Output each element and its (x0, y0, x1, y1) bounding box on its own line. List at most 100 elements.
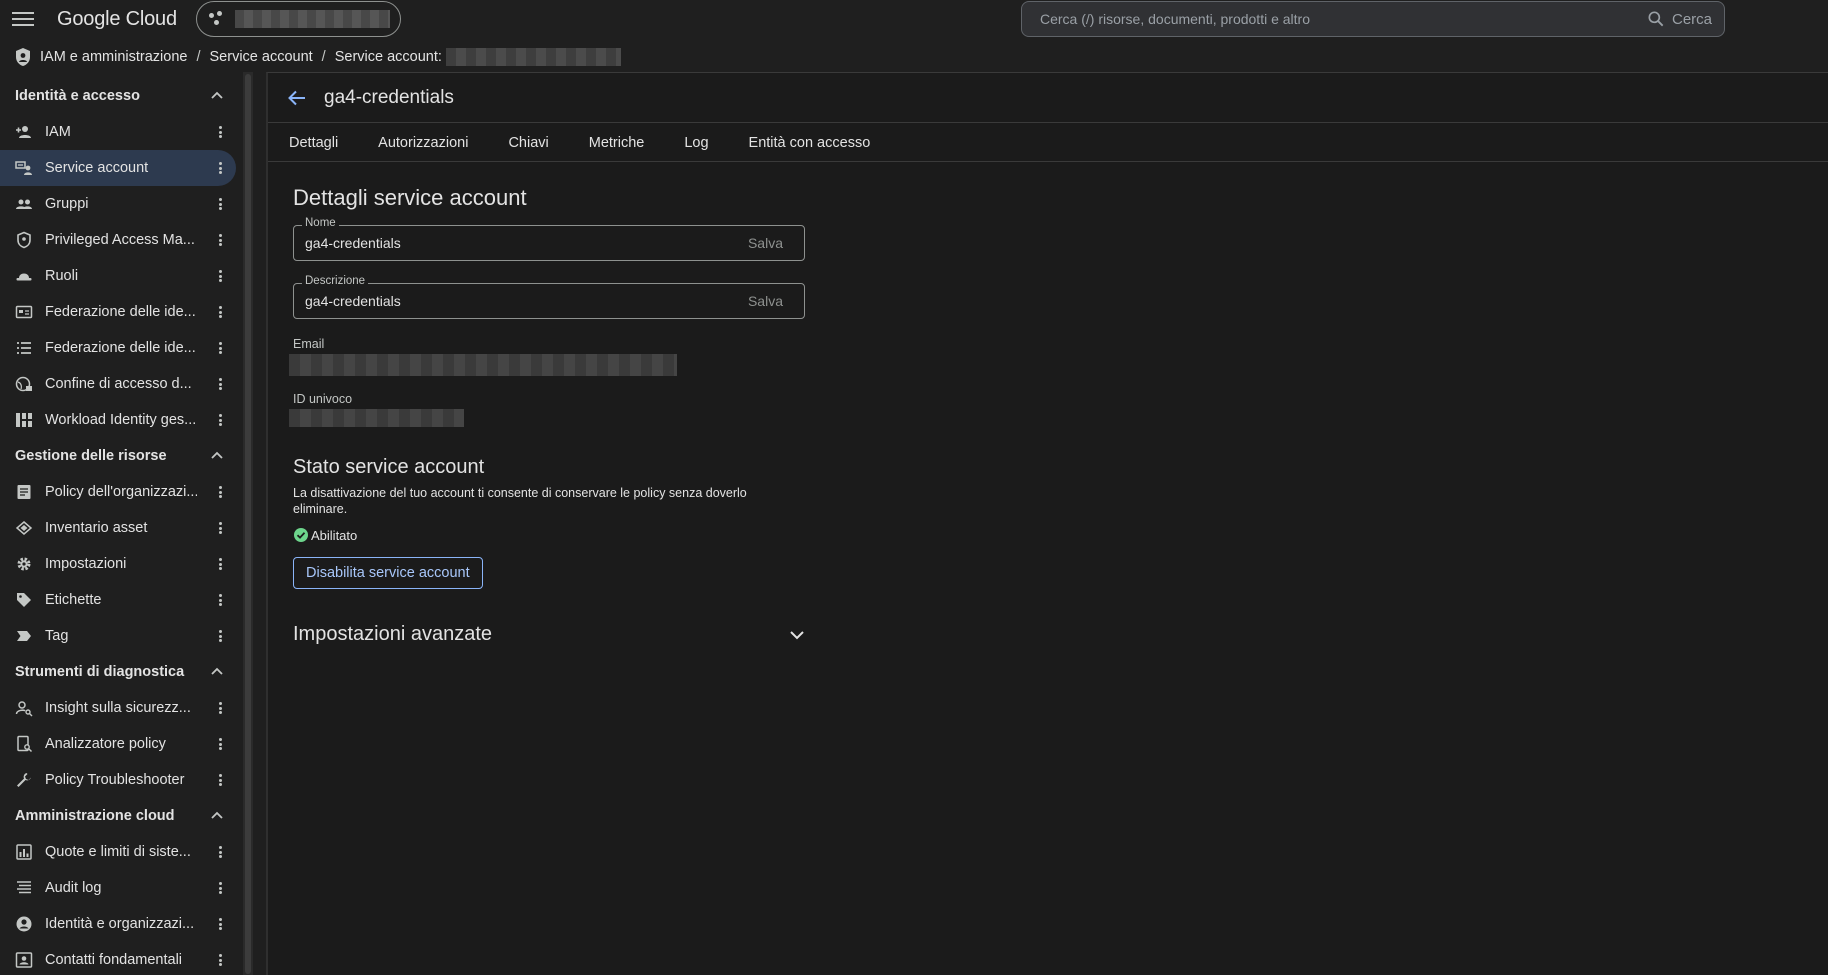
unique-id-label: ID univoco (293, 392, 353, 406)
search-button[interactable]: Cerca (1646, 9, 1712, 29)
sidebar-item-org-policy[interactable]: Policy dell'organizzazi... (0, 474, 242, 510)
redacted-email (289, 354, 677, 376)
breadcrumb-iam[interactable]: IAM e amministrazione (40, 49, 187, 65)
sidebar-item-settings[interactable]: Impostazioni (0, 546, 242, 582)
sidebar-item-audit-log[interactable]: Audit log (0, 870, 242, 906)
more-vert-icon[interactable] (214, 233, 226, 247)
group-icon (16, 199, 32, 209)
save-name-button[interactable]: Salva (748, 235, 783, 251)
sidebar-item-label: Privileged Access Ma... (45, 232, 195, 248)
sidebar-item-essential-contacts[interactable]: Contatti fondamentali (0, 942, 242, 975)
more-vert-icon[interactable] (214, 269, 226, 283)
sidebar-scrollbar[interactable] (243, 72, 253, 975)
more-vert-icon[interactable] (214, 341, 226, 355)
more-vert-icon[interactable] (214, 485, 226, 499)
section-diagnostic-tools[interactable]: Strumenti di diagnostica (0, 654, 242, 690)
name-field[interactable]: Nome Salva (293, 217, 805, 261)
more-vert-icon[interactable] (214, 773, 226, 787)
section-title: Strumenti di diagnostica (15, 664, 185, 680)
project-picker[interactable] (196, 1, 401, 37)
tab-details[interactable]: Dettagli (289, 135, 338, 151)
hamburger-menu-icon[interactable] (12, 9, 34, 29)
breadcrumb-current: Service account: (334, 49, 442, 65)
more-vert-icon[interactable] (214, 377, 226, 391)
more-vert-icon[interactable] (214, 845, 226, 859)
section-title: Amministrazione cloud (15, 808, 175, 824)
more-vert-icon[interactable] (214, 197, 226, 211)
chevron-up-icon (211, 91, 223, 99)
sidebar-item-policy-troubleshooter[interactable]: Policy Troubleshooter (0, 762, 242, 798)
chevron-up-icon (211, 811, 223, 819)
more-vert-icon[interactable] (214, 125, 226, 139)
sidebar-item-label: Analizzatore policy (45, 736, 166, 752)
search-input[interactable] (1040, 11, 1646, 27)
more-vert-icon[interactable] (214, 629, 226, 643)
sidebar-item-label: Insight sulla sicurezz... (45, 700, 191, 716)
status-title: Stato service account (293, 456, 485, 478)
tab-metrics[interactable]: Metriche (589, 135, 645, 151)
sidebar-item-roles[interactable]: Ruoli (0, 258, 242, 294)
more-vert-icon[interactable] (214, 737, 226, 751)
sidebar-item-label: Impostazioni (45, 556, 127, 572)
more-vert-icon[interactable] (214, 593, 226, 607)
sidebar-item-label: Gruppi (45, 196, 89, 212)
search-bar[interactable]: Cerca (1021, 1, 1725, 37)
sidebar-item-identity-org[interactable]: Identità e organizzazi... (0, 906, 242, 942)
name-input[interactable] (305, 235, 748, 251)
section-cloud-administration[interactable]: Amministrazione cloud (0, 798, 242, 834)
more-vert-icon[interactable] (214, 557, 226, 571)
more-vert-icon[interactable] (214, 521, 226, 535)
description-field[interactable]: Descrizione Salva (293, 275, 805, 319)
save-description-button[interactable]: Salva (748, 293, 783, 309)
title-bar: ga4-credentials (268, 73, 1828, 123)
more-vert-icon[interactable] (214, 917, 226, 931)
sidebar-item-label: Policy dell'organizzazi... (45, 484, 197, 500)
more-vert-icon[interactable] (214, 881, 226, 895)
sidebar-item-access-boundary[interactable]: Confine di accesso d... (0, 366, 242, 402)
more-vert-icon[interactable] (214, 161, 226, 175)
quota-icon (16, 844, 32, 860)
tab-permissions[interactable]: Autorizzazioni (378, 135, 468, 151)
sidebar-item-security-insights[interactable]: Insight sulla sicurezz... (0, 690, 242, 726)
tab-bar: Dettagli Autorizzazioni Chiavi Metriche … (268, 124, 1828, 162)
sidebar-item-iam[interactable]: IAM (0, 114, 242, 150)
back-arrow-icon[interactable] (286, 87, 308, 109)
globe-lock-icon (15, 376, 32, 392)
chevron-down-icon (790, 630, 804, 639)
sidebar-item-labels[interactable]: Etichette (0, 582, 242, 618)
tab-keys[interactable]: Chiavi (508, 135, 548, 151)
more-vert-icon[interactable] (214, 305, 226, 319)
breadcrumb-service-accounts[interactable]: Service account (210, 49, 313, 65)
sidebar-item-identity-federation-1[interactable]: Federazione delle ide... (0, 294, 242, 330)
sidebar-item-quotas[interactable]: Quote e limiti di siste... (0, 834, 242, 870)
disable-service-account-button[interactable]: Disabilita service account (293, 557, 483, 589)
sidebar-item-label: Policy Troubleshooter (45, 772, 185, 788)
sidebar-item-policy-analyzer[interactable]: Analizzatore policy (0, 726, 242, 762)
more-vert-icon[interactable] (214, 701, 226, 715)
sidebar-item-service-account[interactable]: Service account (0, 150, 236, 186)
tab-principals-with-access[interactable]: Entità con accesso (749, 135, 871, 151)
id-card-icon (15, 305, 33, 319)
sidebar-item-workload-identity[interactable]: Workload Identity ges... (0, 402, 242, 438)
sidebar-item-asset-inventory[interactable]: Inventario asset (0, 510, 242, 546)
check-circle-icon (294, 528, 308, 542)
section-title: Gestione delle risorse (15, 448, 167, 464)
sidebar-item-privileged-access[interactable]: Privileged Access Ma... (0, 222, 242, 258)
sidebar-item-tags[interactable]: Tag (0, 618, 242, 654)
sidebar-scrollbar-thumb[interactable] (245, 74, 251, 974)
sidebar-item-groups[interactable]: Gruppi (0, 186, 242, 222)
more-vert-icon[interactable] (214, 413, 226, 427)
section-resource-management[interactable]: Gestione delle risorse (0, 438, 242, 474)
google-cloud-logo[interactable]: Google Cloud (57, 8, 177, 31)
sidebar-item-identity-federation-2[interactable]: Federazione delle ide... (0, 330, 242, 366)
project-dots-icon (209, 11, 225, 27)
service-account-icon (15, 161, 32, 175)
section-identity-access[interactable]: Identità e accesso (0, 78, 242, 114)
description-input[interactable] (305, 293, 748, 309)
sidebar-item-label: Tag (45, 628, 69, 644)
tab-logs[interactable]: Log (684, 135, 708, 151)
advanced-settings-toggle[interactable]: Impostazioni avanzate (293, 623, 807, 646)
account-circle-icon (16, 916, 32, 932)
more-vert-icon[interactable] (214, 953, 226, 967)
sidebar-item-label: IAM (45, 124, 71, 140)
